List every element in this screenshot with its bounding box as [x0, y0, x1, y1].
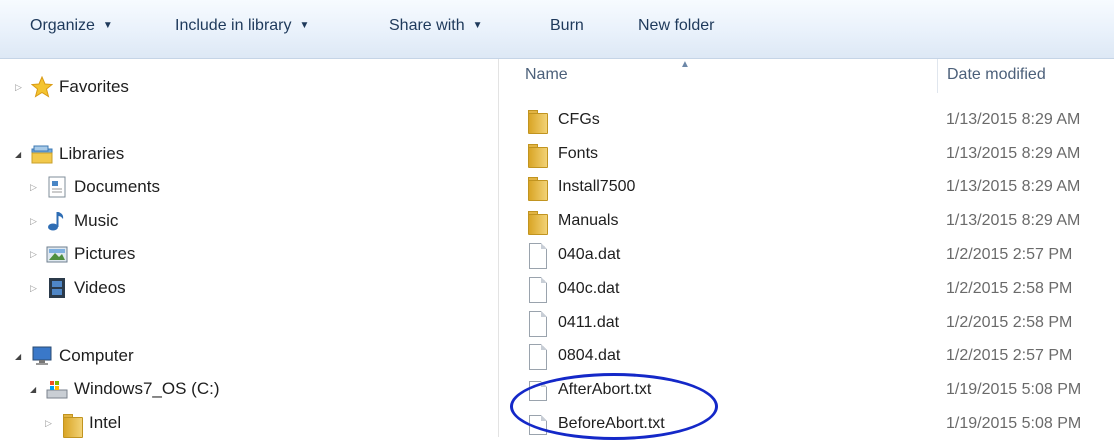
file-row[interactable]: Install7500 1/13/2015 8:29 AM: [499, 172, 1114, 204]
expand-arrow-icon[interactable]: ▷: [45, 418, 59, 429]
burn-button[interactable]: Burn: [550, 17, 584, 35]
nav-label-intel: Intel: [89, 413, 122, 432]
expand-arrow-icon[interactable]: ▷: [30, 283, 44, 294]
nav-item-libraries[interactable]: ◢ Libraries: [15, 139, 124, 169]
collapse-arrow-icon[interactable]: ◢: [15, 150, 29, 159]
navigation-pane: ▷ Favorites ◢ Libraries ▷ Documents ▷ Mu…: [0, 59, 498, 438]
nav-item-favorites[interactable]: ▷ Favorites: [15, 72, 129, 102]
nav-label-music: Music: [74, 211, 119, 230]
folder-icon: [526, 142, 548, 168]
nav-label-drive-c: Windows7_OS (C:): [74, 379, 220, 398]
computer-icon: [31, 345, 53, 367]
nav-label-libraries: Libraries: [59, 144, 125, 163]
file-name: 040a.dat: [558, 246, 621, 263]
star-icon: [30, 75, 54, 98]
organize-label: Organize: [30, 17, 95, 34]
videos-icon: [46, 277, 68, 299]
folder-icon: [526, 209, 548, 235]
organize-menu[interactable]: Organize ▼: [30, 17, 113, 35]
file-date: 1/2/2015 2:57 PM: [946, 347, 1073, 364]
include-in-library-label: Include in library: [175, 17, 292, 34]
file-row[interactable]: 040a.dat 1/2/2015 2:57 PM: [499, 240, 1114, 272]
new-folder-label: New folder: [638, 17, 715, 34]
nav-item-music[interactable]: ▷ Music: [30, 206, 118, 236]
nav-item-drive-c[interactable]: ◢ Windows7_OS (C:): [30, 374, 219, 404]
file-date: 1/19/2015 5:08 PM: [946, 415, 1082, 432]
nav-item-computer[interactable]: ◢ Computer: [15, 341, 134, 371]
file-date: 1/2/2015 2:58 PM: [946, 314, 1073, 331]
sort-ascending-icon: ▲: [680, 59, 690, 70]
expand-arrow-icon[interactable]: ▷: [30, 182, 44, 193]
folder-icon: [61, 412, 83, 438]
nav-label-documents: Documents: [74, 177, 160, 196]
file-date: 1/13/2015 8:29 AM: [946, 111, 1081, 128]
chevron-down-icon: ▼: [299, 20, 310, 31]
file-row[interactable]: Manuals 1/13/2015 8:29 AM: [499, 206, 1114, 238]
burn-label: Burn: [550, 17, 584, 34]
pictures-icon: [46, 243, 68, 265]
column-header-name[interactable]: Name: [525, 66, 568, 84]
file-name: 0804.dat: [558, 347, 621, 364]
file-date: 1/2/2015 2:57 PM: [946, 246, 1073, 263]
file-date: 1/2/2015 2:58 PM: [946, 280, 1073, 297]
column-divider[interactable]: [937, 59, 938, 93]
music-note-icon: [46, 210, 68, 232]
file-row[interactable]: Fonts 1/13/2015 8:29 AM: [499, 139, 1114, 171]
nav-item-intel[interactable]: ▷ Intel: [45, 408, 121, 438]
file-name: Install7500: [558, 178, 636, 195]
file-name: CFGs: [558, 111, 600, 128]
nav-label-favorites: Favorites: [59, 77, 129, 96]
file-name: Manuals: [558, 212, 619, 229]
documents-icon: [46, 176, 68, 198]
chevron-down-icon: ▼: [472, 20, 483, 31]
nav-item-pictures[interactable]: ▷ Pictures: [30, 239, 135, 269]
nav-item-videos[interactable]: ▷ Videos: [30, 273, 126, 303]
chevron-down-icon: ▼: [102, 20, 113, 31]
highlight-annotation-ellipse: [510, 373, 718, 440]
file-name: Fonts: [558, 145, 599, 162]
column-header-date-modified[interactable]: Date modified: [947, 66, 1046, 84]
share-with-menu[interactable]: Share with ▼: [389, 17, 483, 35]
document-icon: [526, 243, 548, 269]
document-icon: [526, 277, 548, 303]
nav-label-computer: Computer: [59, 346, 134, 365]
libraries-icon: [31, 143, 53, 165]
file-row[interactable]: 040c.dat 1/2/2015 2:58 PM: [499, 274, 1114, 306]
expand-arrow-icon[interactable]: ▷: [30, 249, 44, 260]
folder-icon: [526, 175, 548, 201]
file-date: 1/13/2015 8:29 AM: [946, 212, 1081, 229]
share-with-label: Share with: [389, 17, 465, 34]
drive-icon: [46, 378, 68, 400]
file-row[interactable]: CFGs 1/13/2015 8:29 AM: [499, 105, 1114, 137]
nav-item-documents[interactable]: ▷ Documents: [30, 172, 160, 202]
file-date: 1/19/2015 5:08 PM: [946, 381, 1082, 398]
file-row[interactable]: 0411.dat 1/2/2015 2:58 PM: [499, 308, 1114, 340]
nav-label-videos: Videos: [74, 278, 126, 297]
command-toolbar: Organize ▼ Include in library ▼ Share with…: [0, 0, 1114, 59]
expand-arrow-icon[interactable]: ▷: [30, 216, 44, 227]
nav-label-pictures: Pictures: [74, 244, 136, 263]
file-date: 1/13/2015 8:29 AM: [946, 145, 1081, 162]
collapse-arrow-icon[interactable]: ◢: [30, 385, 44, 394]
file-row[interactable]: 0804.dat 1/2/2015 2:57 PM: [499, 341, 1114, 373]
folder-icon: [526, 108, 548, 134]
file-name: 0411.dat: [558, 314, 620, 331]
document-icon: [526, 344, 548, 370]
collapse-arrow-icon[interactable]: ◢: [15, 352, 29, 361]
expand-arrow-icon[interactable]: ▷: [15, 82, 29, 93]
include-in-library-menu[interactable]: Include in library ▼: [175, 17, 309, 35]
file-date: 1/13/2015 8:29 AM: [946, 178, 1081, 195]
new-folder-button[interactable]: New folder: [638, 17, 714, 35]
document-icon: [526, 311, 548, 337]
file-name: 040c.dat: [558, 280, 620, 297]
